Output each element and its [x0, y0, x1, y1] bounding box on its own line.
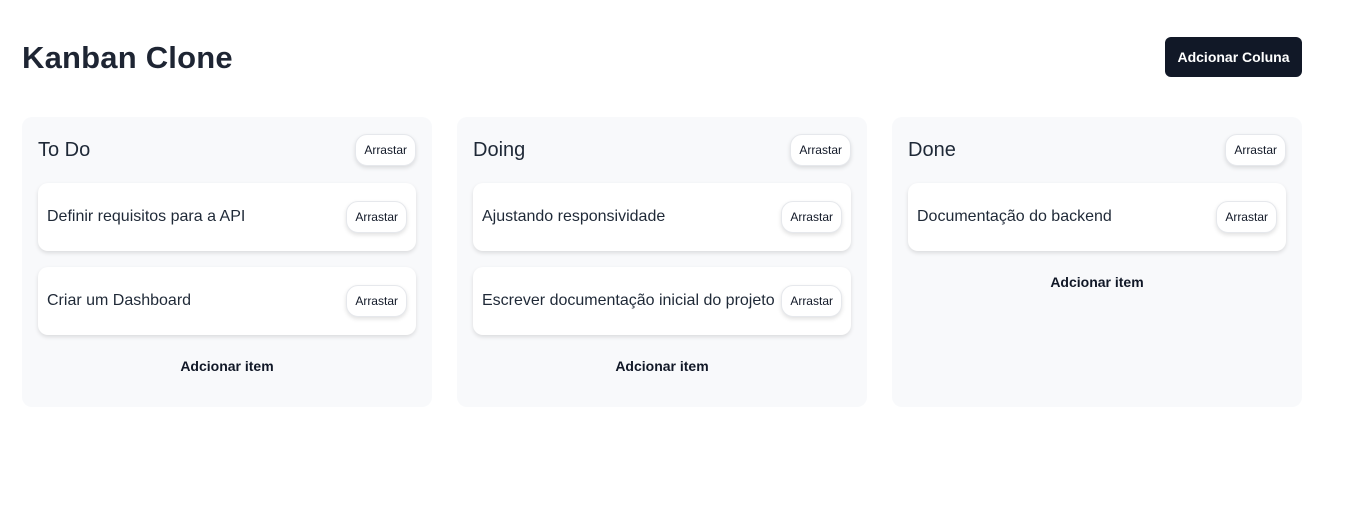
column-title: To Do: [38, 138, 91, 161]
add-item-button[interactable]: Adcionar item: [609, 351, 714, 381]
card-text: Definir requisitos para a API: [47, 208, 246, 225]
column-drag-button[interactable]: Arrastar: [1225, 134, 1286, 166]
card-drag-button[interactable]: Arrastar: [1216, 201, 1277, 233]
card-text: Ajustando responsividade: [482, 208, 666, 225]
column-doing: Doing Arrastar Ajustando responsividade …: [457, 117, 867, 407]
card-drag-button[interactable]: Arrastar: [781, 201, 842, 233]
column-header: Done Arrastar: [908, 133, 1286, 167]
column-drag-button[interactable]: Arrastar: [790, 134, 851, 166]
card-drag-button[interactable]: Arrastar: [346, 285, 407, 317]
card-drag-button[interactable]: Arrastar: [346, 201, 407, 233]
column-header: Doing Arrastar: [473, 133, 851, 167]
column-header: To Do Arrastar: [38, 133, 416, 167]
page-title: Kanban Clone: [22, 40, 233, 75]
kanban-card[interactable]: Escrever documentação inicial do projeto…: [473, 267, 851, 335]
card-drag-button[interactable]: Arrastar: [781, 285, 842, 317]
add-item-button[interactable]: Adcionar item: [1044, 267, 1149, 297]
kanban-board: To Do Arrastar Definir requisitos para a…: [22, 117, 1302, 407]
kanban-card[interactable]: Definir requisitos para a API Arrastar: [38, 183, 416, 251]
card-text: Escrever documentação inicial do projeto: [482, 292, 775, 309]
kanban-card[interactable]: Documentação do backend Arrastar: [908, 183, 1286, 251]
column-done: Done Arrastar Documentação do backend Ar…: [892, 117, 1302, 407]
card-text: Documentação do backend: [917, 208, 1112, 225]
kanban-page: Kanban Clone Adcionar Coluna To Do Arras…: [0, 0, 1350, 516]
add-column-button[interactable]: Adcionar Coluna: [1165, 37, 1302, 77]
column-title: Doing: [473, 138, 526, 161]
kanban-card[interactable]: Criar um Dashboard Arrastar: [38, 267, 416, 335]
column-todo: To Do Arrastar Definir requisitos para a…: [22, 117, 432, 407]
column-title: Done: [908, 138, 956, 161]
kanban-card[interactable]: Ajustando responsividade Arrastar: [473, 183, 851, 251]
column-drag-button[interactable]: Arrastar: [355, 134, 416, 166]
card-text: Criar um Dashboard: [47, 292, 192, 309]
add-item-button[interactable]: Adcionar item: [174, 351, 279, 381]
